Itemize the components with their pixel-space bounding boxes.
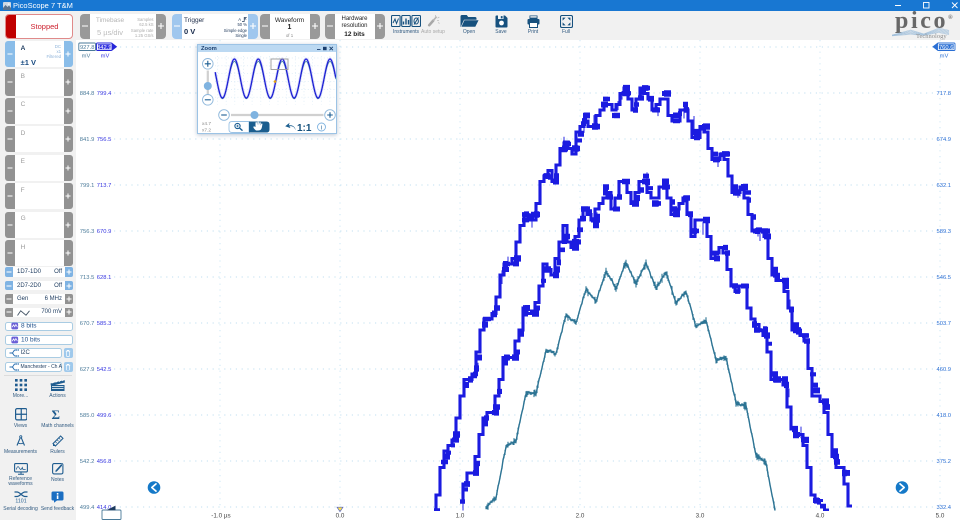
svg-text:-1.0 µs: -1.0 µs bbox=[211, 513, 230, 520]
svg-text:546.5: 546.5 bbox=[937, 275, 952, 281]
svg-text:4.0: 4.0 bbox=[816, 513, 825, 520]
svg-text:542.2: 542.2 bbox=[80, 459, 95, 465]
svg-text:mV: mV bbox=[82, 54, 91, 60]
svg-text:1:1: 1:1 bbox=[297, 123, 312, 133]
svg-text:418.0: 418.0 bbox=[937, 413, 952, 419]
svg-text:i: i bbox=[321, 125, 322, 131]
svg-text:0.0: 0.0 bbox=[336, 513, 345, 520]
svg-text:456.8: 456.8 bbox=[97, 459, 112, 465]
svg-text:mV: mV bbox=[101, 54, 110, 60]
svg-text:670.7: 670.7 bbox=[80, 321, 95, 327]
svg-text:674.9: 674.9 bbox=[937, 137, 952, 143]
svg-text:332.4: 332.4 bbox=[937, 505, 952, 511]
svg-text:717.8: 717.8 bbox=[937, 91, 952, 97]
svg-text:2.0: 2.0 bbox=[576, 513, 585, 520]
svg-text:842.9: 842.9 bbox=[97, 45, 112, 51]
svg-text:585.0: 585.0 bbox=[80, 413, 95, 419]
svg-text:x4.7: x4.7 bbox=[202, 121, 211, 127]
svg-text:585.3: 585.3 bbox=[97, 321, 112, 327]
svg-text:628.1: 628.1 bbox=[97, 275, 112, 281]
svg-text:460.9: 460.9 bbox=[937, 367, 952, 373]
svg-text:884.8: 884.8 bbox=[80, 91, 95, 97]
svg-text:670.9: 670.9 bbox=[97, 229, 112, 235]
svg-text:1.0: 1.0 bbox=[456, 513, 465, 520]
svg-text:760.6: 760.6 bbox=[939, 45, 954, 51]
svg-text:713.7: 713.7 bbox=[97, 183, 112, 189]
svg-text:x7.2: x7.2 bbox=[202, 128, 211, 134]
svg-text:503.7: 503.7 bbox=[937, 321, 952, 327]
svg-text:841.9: 841.9 bbox=[80, 137, 95, 143]
svg-text:3.0: 3.0 bbox=[696, 513, 705, 520]
svg-text:589.3: 589.3 bbox=[937, 229, 952, 235]
svg-text:5.0: 5.0 bbox=[936, 513, 945, 520]
svg-text:927.8: 927.8 bbox=[80, 45, 95, 51]
svg-text:632.1: 632.1 bbox=[937, 183, 952, 189]
svg-text:375.2: 375.2 bbox=[937, 459, 952, 465]
svg-text:1101: 1101 bbox=[15, 498, 26, 503]
svg-text:756.5: 756.5 bbox=[97, 137, 112, 143]
svg-text:499.4: 499.4 bbox=[80, 505, 95, 511]
svg-text:799.1: 799.1 bbox=[80, 183, 95, 189]
svg-text:756.3: 756.3 bbox=[80, 229, 95, 235]
svg-text:627.9: 627.9 bbox=[80, 367, 95, 373]
svg-text:542.5: 542.5 bbox=[97, 367, 112, 373]
svg-text:713.5: 713.5 bbox=[80, 275, 95, 281]
svg-text:499.6: 499.6 bbox=[97, 413, 112, 419]
svg-text:799.4: 799.4 bbox=[97, 91, 112, 97]
svg-text:mV: mV bbox=[940, 54, 949, 60]
